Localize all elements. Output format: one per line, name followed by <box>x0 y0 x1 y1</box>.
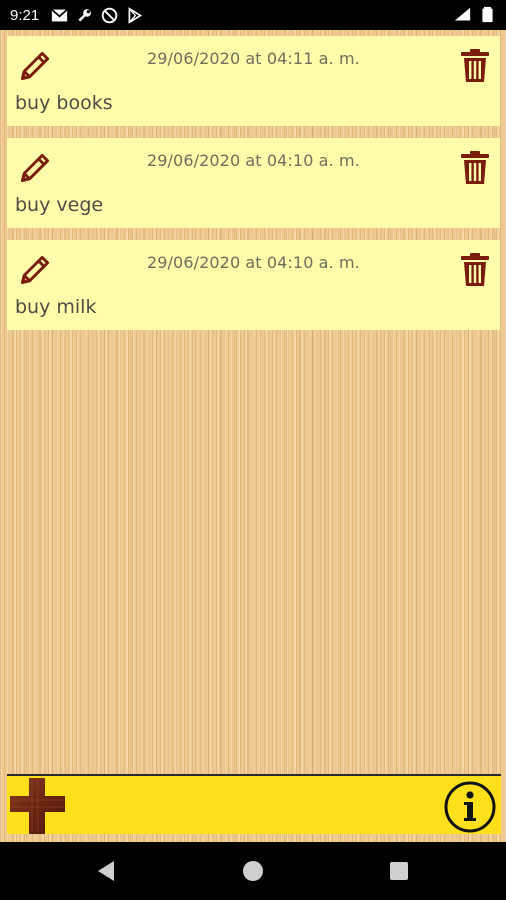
pencil-icon[interactable] <box>17 150 53 186</box>
note-date: 29/06/2020 at 04:10 a. m. <box>147 151 360 170</box>
pencil-icon[interactable] <box>17 48 53 84</box>
plus-icon[interactable] <box>8 776 68 836</box>
no-signal-icon <box>101 7 118 23</box>
system-navigation-bar <box>0 842 506 900</box>
play-store-icon <box>128 6 143 24</box>
recents-icon[interactable] <box>390 862 408 880</box>
note-date: 29/06/2020 at 04:11 a. m. <box>147 49 360 68</box>
bottom-toolbar <box>7 774 501 834</box>
note-card[interactable]: 29/06/2020 at 04:10 a. m. buy milk <box>7 240 500 330</box>
note-date: 29/06/2020 at 04:10 a. m. <box>147 253 360 272</box>
trash-icon[interactable] <box>459 150 491 186</box>
home-icon[interactable] <box>243 861 263 881</box>
info-icon[interactable] <box>443 780 497 834</box>
wifi-icon <box>454 7 471 21</box>
pencil-icon[interactable] <box>17 252 53 288</box>
status-bar: 9:21 <box>0 0 506 30</box>
system-status-icons <box>454 6 496 23</box>
back-icon[interactable] <box>96 860 116 882</box>
battery-icon <box>482 6 493 23</box>
trash-icon[interactable] <box>459 48 491 84</box>
note-text: buy milk <box>15 296 97 318</box>
status-time: 9:21 <box>10 6 40 24</box>
trash-icon[interactable] <box>459 252 491 288</box>
wrench-notification-icon <box>78 8 92 22</box>
note-text: buy vege <box>15 194 104 216</box>
note-card[interactable]: 29/06/2020 at 04:10 a. m. buy vege <box>7 138 500 228</box>
notification-icons <box>51 6 143 24</box>
wood-background: 29/06/2020 at 04:11 a. m. buy books 29/0… <box>0 30 506 842</box>
note-card[interactable]: 29/06/2020 at 04:11 a. m. buy books <box>7 36 500 126</box>
note-text: buy books <box>15 92 113 114</box>
gmail-icon <box>51 8 68 21</box>
